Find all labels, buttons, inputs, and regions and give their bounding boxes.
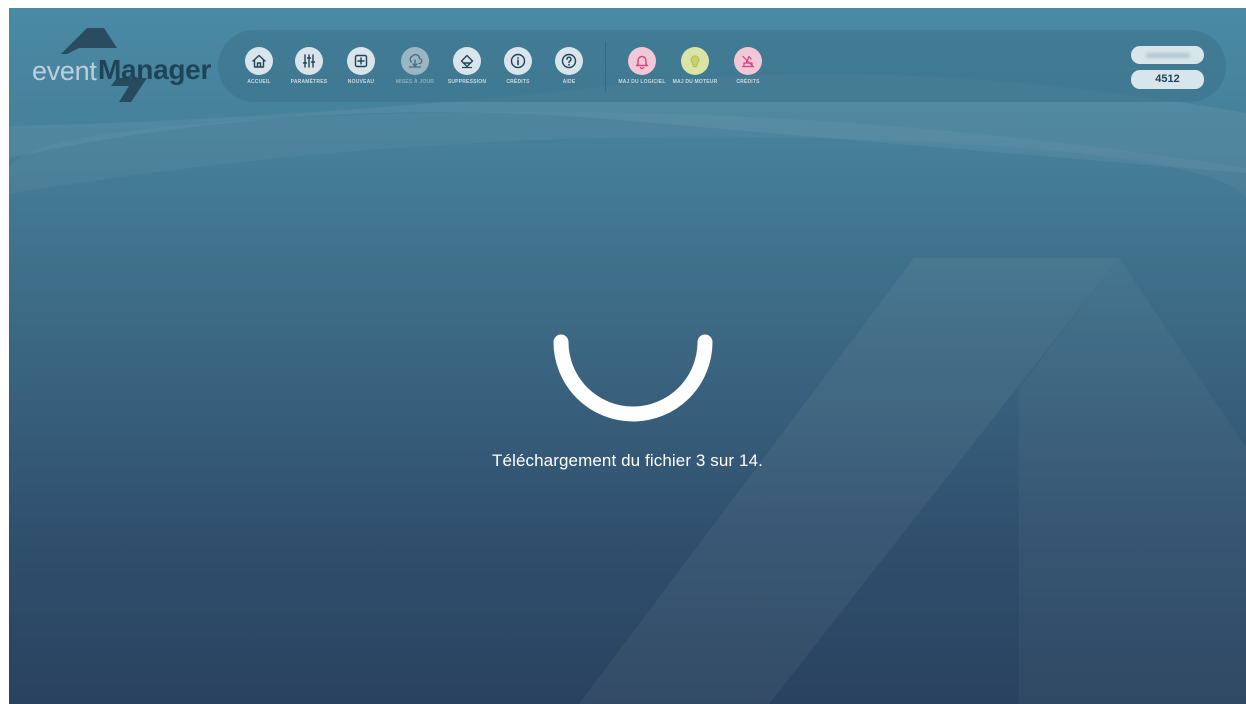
aide-label: AIDE [562, 79, 576, 85]
update-download-icon [401, 47, 429, 75]
credits-icon [734, 47, 762, 75]
parametres-button[interactable]: PARAMÈTRES [282, 47, 336, 95]
maj-moteur-button[interactable]: MAJ DU MOTEUR [668, 47, 722, 95]
info-icon [504, 47, 532, 75]
suppression-label: SUPPRESSION [447, 79, 487, 85]
app-logo: event Manager [29, 26, 212, 106]
sliders-icon [295, 47, 323, 75]
toolbar-separator [605, 42, 606, 92]
credits-label: CRÉDITS [506, 79, 530, 85]
credits-pink-button[interactable]: CRÉDITS [721, 47, 775, 95]
main-toolbar: ACCUEIL PARAMÈTRES NOUVEAU MISES À JOUR [218, 30, 1226, 102]
user-name-pill[interactable] [1131, 46, 1204, 64]
logo-word-event: event [32, 56, 97, 86]
aide-button[interactable]: AIDE [542, 47, 596, 95]
eraser-icon [453, 47, 481, 75]
maj-moteur-label: MAJ DU MOTEUR [672, 79, 718, 85]
maj-logiciel-button[interactable]: MAJ DU LOGICIEL [615, 47, 669, 95]
mises-a-jour-button[interactable]: MISES À JOUR [388, 47, 442, 95]
nouveau-label: NOUVEAU [347, 79, 375, 85]
lightbulb-icon [681, 47, 709, 75]
suppression-button[interactable]: SUPPRESSION [440, 47, 494, 95]
accueil-button[interactable]: ACCUEIL [232, 47, 286, 95]
help-icon [555, 47, 583, 75]
home-icon [245, 47, 273, 75]
bell-icon [628, 47, 656, 75]
user-name-redacted [1145, 52, 1190, 58]
logo-word-manager: Manager [98, 54, 212, 85]
accueil-label: ACCUEIL [247, 79, 271, 85]
loading-spinner [553, 334, 713, 422]
mises-a-jour-label: MISES À JOUR [395, 79, 435, 85]
maj-logiciel-label: MAJ DU LOGICIEL [618, 79, 666, 85]
app-window: event Manager ACCUEIL PARAMÈTRES NOUVEAU [9, 8, 1246, 704]
nouveau-button[interactable]: NOUVEAU [334, 47, 388, 95]
parametres-label: PARAMÈTRES [290, 79, 328, 85]
credits-button[interactable]: CRÉDITS [491, 47, 545, 95]
account-code-pill[interactable]: 4512 [1131, 70, 1204, 89]
plus-square-icon [347, 47, 375, 75]
download-status-text: Téléchargement du fichier 3 sur 14. [492, 451, 763, 470]
credits-pink-label: CRÉDITS [736, 79, 760, 85]
